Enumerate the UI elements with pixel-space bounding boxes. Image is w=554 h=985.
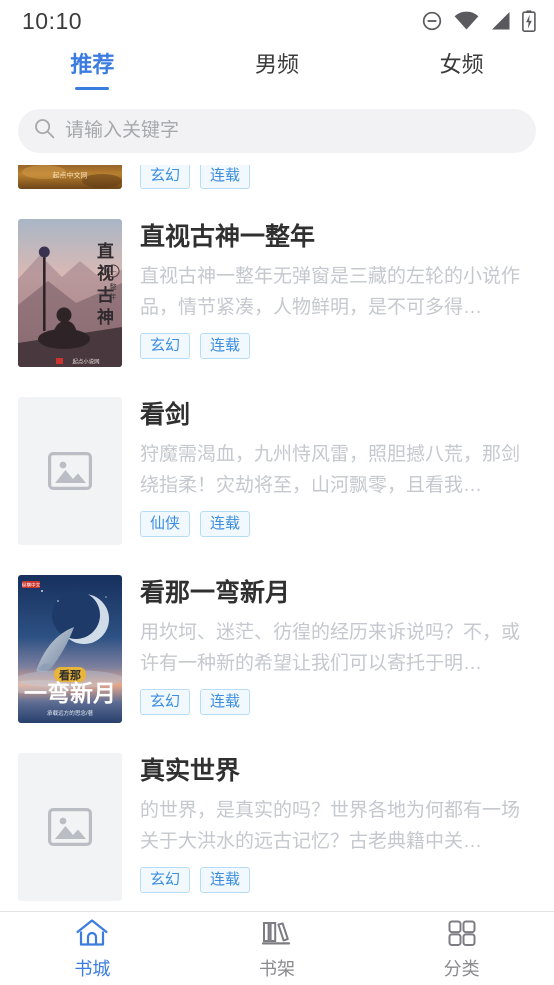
book-info: 直视古神一整年 直视古神一整年无弹窗是三藏的左轮的小说作品，情节紧凑，人物鲜明，…	[140, 219, 536, 367]
status-bar-clock: 10:10	[22, 7, 83, 34]
tab-male-channel[interactable]: 男频	[185, 50, 370, 90]
svg-text:神: 神	[97, 307, 114, 327]
book-tag[interactable]: 连载	[200, 689, 251, 715]
category-tab-bar: 推荐 男频 女频	[0, 42, 554, 100]
book-tag[interactable]: 玄幻	[140, 689, 191, 715]
search-input[interactable]	[65, 120, 520, 142]
list-item[interactable]: 看剑 狩魔需渴血，九州恃风雷，照胆撼八荒，那剑绕指柔！灾劫将至，山河飘零，且看我…	[18, 383, 536, 561]
book-tags: 玄幻 连载	[140, 165, 251, 189]
book-tag[interactable]: 仙侠	[140, 511, 191, 537]
book-list-scroll[interactable]: 起点中文网 玄幻 连载 直 视 古 神 一 整 年 起点小说网 直视古神一整年 …	[0, 165, 554, 911]
list-item[interactable]: 纵横中文 看那 一弯新月 承载远方的思念/著 看那一弯新月 用坎坷、迷茫、彷徨的…	[18, 561, 536, 739]
book-tag[interactable]: 连载	[200, 333, 251, 359]
search-section	[0, 100, 554, 165]
book-title: 真实世界	[140, 757, 241, 785]
book-description: 狩魔需渴血，九州恃风雷，照胆撼八荒，那剑绕指柔！灾劫将至，山河飘零，且看我…	[140, 444, 521, 496]
book-list: 起点中文网 玄幻 连载 直 视 古 神 一 整 年 起点小说网 直视古神一整年 …	[0, 165, 554, 911]
list-item[interactable]: 直 视 古 神 一 整 年 起点小说网 直视古神一整年 直视古神一整年无弹窗是三…	[18, 205, 536, 383]
book-tags: 仙侠 连载	[140, 511, 536, 537]
svg-text:看那: 看那	[59, 668, 81, 682]
book-title: 直视古神一整年	[140, 223, 316, 251]
nav-item-bookshelf[interactable]: 书架	[185, 912, 370, 985]
search-icon	[34, 118, 55, 144]
status-bar: 10:10	[0, 0, 554, 42]
book-tag[interactable]: 连载	[200, 867, 251, 893]
bottom-navigation: 书城 书架 分类	[0, 911, 554, 985]
book-info: 看剑 狩魔需渴血，九州恃风雷，照胆撼八荒，那剑绕指柔！灾劫将至，山河飘零，且看我…	[140, 397, 536, 545]
signal-icon	[490, 11, 511, 31]
book-title: 看剑	[140, 401, 191, 429]
battery-charging-icon	[522, 10, 536, 32]
book-tag[interactable]: 连载	[200, 511, 251, 537]
svg-text:承载远方的思念/著: 承载远方的思念/著	[47, 709, 94, 717]
tab-male-channel-label: 男频	[255, 52, 300, 77]
book-tag[interactable]: 玄幻	[140, 867, 191, 893]
image-placeholder-icon	[18, 397, 122, 545]
svg-text:一弯新月: 一弯新月	[24, 680, 116, 706]
wifi-icon	[454, 11, 479, 31]
book-tag[interactable]: 玄幻	[140, 165, 191, 189]
svg-text:整: 整	[110, 282, 117, 291]
list-item[interactable]: 起点中文网 玄幻 连载	[18, 165, 536, 205]
book-tag[interactable]: 连载	[200, 165, 251, 189]
book-cover	[18, 397, 122, 545]
book-info: 看那一弯新月 用坎坷、迷茫、彷徨的经历来诉说吗？不，或许有一种新的希望让我们可以…	[140, 575, 536, 723]
svg-text:起点小说网: 起点小说网	[73, 358, 100, 366]
nav-item-bookshelf-label: 书架	[259, 959, 295, 979]
list-item[interactable]: 真实世界 的世界，是真实的吗？世界各地为何都有一场关于大洪水的远古记忆？古老典籍…	[18, 739, 536, 911]
book-description: 用坎坷、迷茫、彷徨的经历来诉说吗？不，或许有一种新的希望让我们可以寄托于明…	[140, 622, 521, 674]
image-placeholder-icon	[18, 753, 122, 901]
book-cover: 纵横中文 看那 一弯新月 承载远方的思念/著	[18, 575, 122, 723]
book-cover: 直 视 古 神 一 整 年 起点小说网	[18, 219, 122, 367]
book-tags: 玄幻 连载	[140, 689, 536, 715]
tab-female-channel-label: 女频	[439, 52, 484, 77]
svg-text:一: 一	[110, 269, 117, 277]
book-description: 直视古神一整年无弹窗是三藏的左轮的小说作品，情节紧凑，人物鲜明，是不可多得…	[140, 266, 521, 318]
tab-recommend-label: 推荐	[70, 52, 115, 77]
svg-text:年: 年	[110, 292, 117, 301]
tab-active-indicator	[75, 87, 110, 90]
book-description: 的世界，是真实的吗？世界各地为何都有一场关于大洪水的远古记忆？古老典籍中关…	[140, 800, 521, 852]
status-bar-icons	[421, 10, 536, 32]
svg-text:纵横中文: 纵横中文	[22, 582, 41, 589]
book-info: 真实世界 的世界，是真实的吗？世界各地为何都有一场关于大洪水的远古记忆？古老典籍…	[140, 753, 536, 901]
nav-item-category[interactable]: 分类	[369, 912, 554, 985]
nav-item-category-label: 分类	[443, 959, 480, 979]
nav-item-bookstore-label: 书城	[74, 959, 111, 979]
book-title: 看那一弯新月	[140, 579, 291, 607]
tab-female-channel[interactable]: 女频	[369, 50, 554, 90]
grid-icon	[445, 918, 479, 953]
tab-recommend[interactable]: 推荐	[0, 50, 185, 90]
svg-text:直: 直	[97, 241, 114, 261]
svg-text:起点中文网: 起点中文网	[53, 171, 88, 180]
bookshelf-icon	[260, 918, 294, 953]
book-info: 玄幻 连载	[140, 165, 536, 189]
book-tags: 玄幻 连载	[140, 333, 536, 359]
home-icon	[75, 918, 109, 953]
book-cover	[18, 753, 122, 901]
nav-item-bookstore[interactable]: 书城	[0, 912, 185, 985]
app-root: 10:10 推荐 男频 女频 请输入关键字 起点中文网 玄幻 连载 直 视 古 …	[0, 0, 554, 985]
book-tags: 玄幻 连载	[140, 867, 536, 893]
book-tag[interactable]: 玄幻	[140, 333, 191, 359]
do-not-disturb-icon	[421, 10, 443, 32]
search-box[interactable]	[18, 109, 536, 153]
book-cover: 起点中文网	[18, 165, 122, 189]
